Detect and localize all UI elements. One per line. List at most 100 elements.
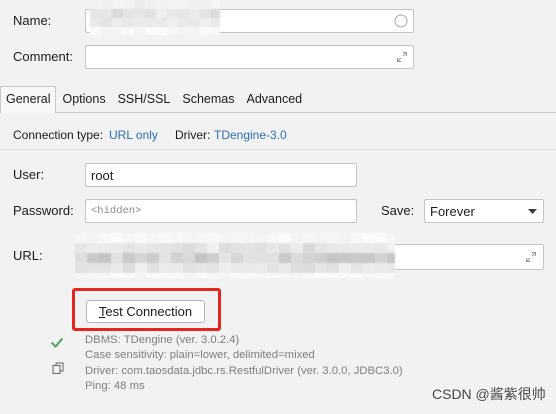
blur-tile: [339, 263, 352, 274]
blur-tile: [111, 243, 124, 254]
blur-tile: [171, 273, 184, 278]
expand-icon[interactable]: [396, 51, 408, 63]
blur-tile: [101, 18, 113, 28]
blur-tile: [135, 253, 148, 264]
blur-tile: [145, 9, 157, 19]
blur-tile: [99, 253, 112, 264]
blur-tile: [351, 263, 364, 274]
blur-tile: [135, 233, 148, 244]
blur-tile: [167, 27, 179, 35]
connection-type-link[interactable]: URL only: [109, 128, 158, 143]
blur-tile: [167, 0, 179, 10]
blur-tile: [207, 253, 220, 264]
tab-ssh-ssl[interactable]: SSH/SSL: [112, 86, 177, 113]
tab-options[interactable]: Options: [56, 86, 111, 113]
blur-tile: [123, 273, 136, 278]
user-label: User:: [13, 167, 45, 182]
tab-schemas[interactable]: Schemas: [176, 86, 240, 113]
blur-tile: [112, 18, 124, 28]
blur-tile: [87, 243, 100, 254]
blur-tile: [101, 27, 113, 35]
password-input[interactable]: <hidden>: [85, 199, 357, 223]
save-dropdown[interactable]: Forever: [424, 199, 544, 223]
blur-tile: [183, 273, 196, 278]
tab-general[interactable]: General: [0, 86, 57, 113]
blur-tile: [112, 0, 124, 10]
blur-tile: [255, 273, 268, 278]
blur-tile: [231, 243, 244, 254]
blur-tile: [231, 273, 244, 278]
blur-tile: [200, 27, 212, 35]
blur-tile: [145, 27, 157, 35]
blur-tile: [195, 253, 208, 264]
driver-link[interactable]: TDengine-3.0: [214, 128, 287, 143]
blur-tile: [375, 273, 388, 278]
blur-tile: [363, 273, 376, 278]
blur-tile: [123, 253, 136, 264]
blur-tile: [200, 0, 212, 10]
blur-tile: [243, 253, 256, 264]
blur-tile: [123, 263, 136, 274]
blur-tile: [243, 243, 256, 254]
redacted-blur: [90, 0, 220, 35]
blur-tile: [159, 243, 172, 254]
blur-tile: [327, 273, 340, 278]
blur-tile: [279, 263, 292, 274]
blur-tile: [375, 243, 388, 254]
test-connection-button[interactable]: Test Connection: [86, 300, 205, 323]
blur-tile: [167, 9, 179, 19]
copy-icon[interactable]: [52, 362, 64, 374]
circle-icon[interactable]: [394, 14, 408, 28]
blur-tile: [90, 0, 102, 10]
result-ping-line: Ping: 48 ms: [85, 380, 145, 393]
blur-tile: [207, 233, 220, 244]
blur-tile: [315, 243, 328, 254]
password-label: Password:: [13, 203, 74, 218]
blur-tile: [207, 243, 220, 254]
blur-tile: [387, 243, 395, 254]
blur-tile: [159, 233, 172, 244]
blur-tile: [255, 253, 268, 264]
blur-tile: [145, 18, 157, 28]
blur-tile: [123, 9, 135, 19]
blur-tile: [363, 253, 376, 264]
blur-tile: [189, 18, 201, 28]
dropdown-arrow-icon[interactable]: [528, 208, 537, 214]
blur-tile: [112, 27, 124, 35]
expand-icon[interactable]: [525, 251, 537, 263]
user-input[interactable]: root: [85, 163, 357, 187]
blur-tile: [171, 243, 184, 254]
blur-tile: [99, 233, 112, 244]
blur-tile: [255, 263, 268, 274]
blur-tile: [291, 253, 304, 264]
blur-tile: [315, 253, 328, 264]
blur-tile: [387, 233, 395, 244]
blur-tile: [123, 233, 136, 244]
blur-tile: [211, 0, 220, 10]
blur-tile: [255, 233, 268, 244]
blur-tile: [159, 273, 172, 278]
blur-tile: [339, 233, 352, 244]
blur-tile: [75, 253, 88, 264]
blur-tile: [134, 18, 146, 28]
comment-input[interactable]: [85, 45, 414, 69]
blur-tile: [291, 273, 304, 278]
blur-tile: [87, 263, 100, 274]
blur-tile: [291, 243, 304, 254]
blur-tile: [75, 233, 88, 244]
blur-tile: [87, 253, 100, 264]
user-input-value: root: [91, 167, 114, 183]
blur-tile: [267, 233, 280, 244]
blur-tile: [219, 273, 232, 278]
blur-tile: [134, 27, 146, 35]
check-icon: [51, 338, 63, 348]
blur-tile: [183, 263, 196, 274]
blur-tile: [303, 263, 316, 274]
save-label: Save:: [381, 203, 415, 218]
blur-tile: [147, 253, 160, 264]
blur-tile: [387, 273, 395, 278]
tab-advanced[interactable]: Advanced: [241, 86, 309, 113]
blur-tile: [75, 243, 88, 254]
blur-tile: [303, 253, 316, 264]
blur-tile: [243, 263, 256, 274]
